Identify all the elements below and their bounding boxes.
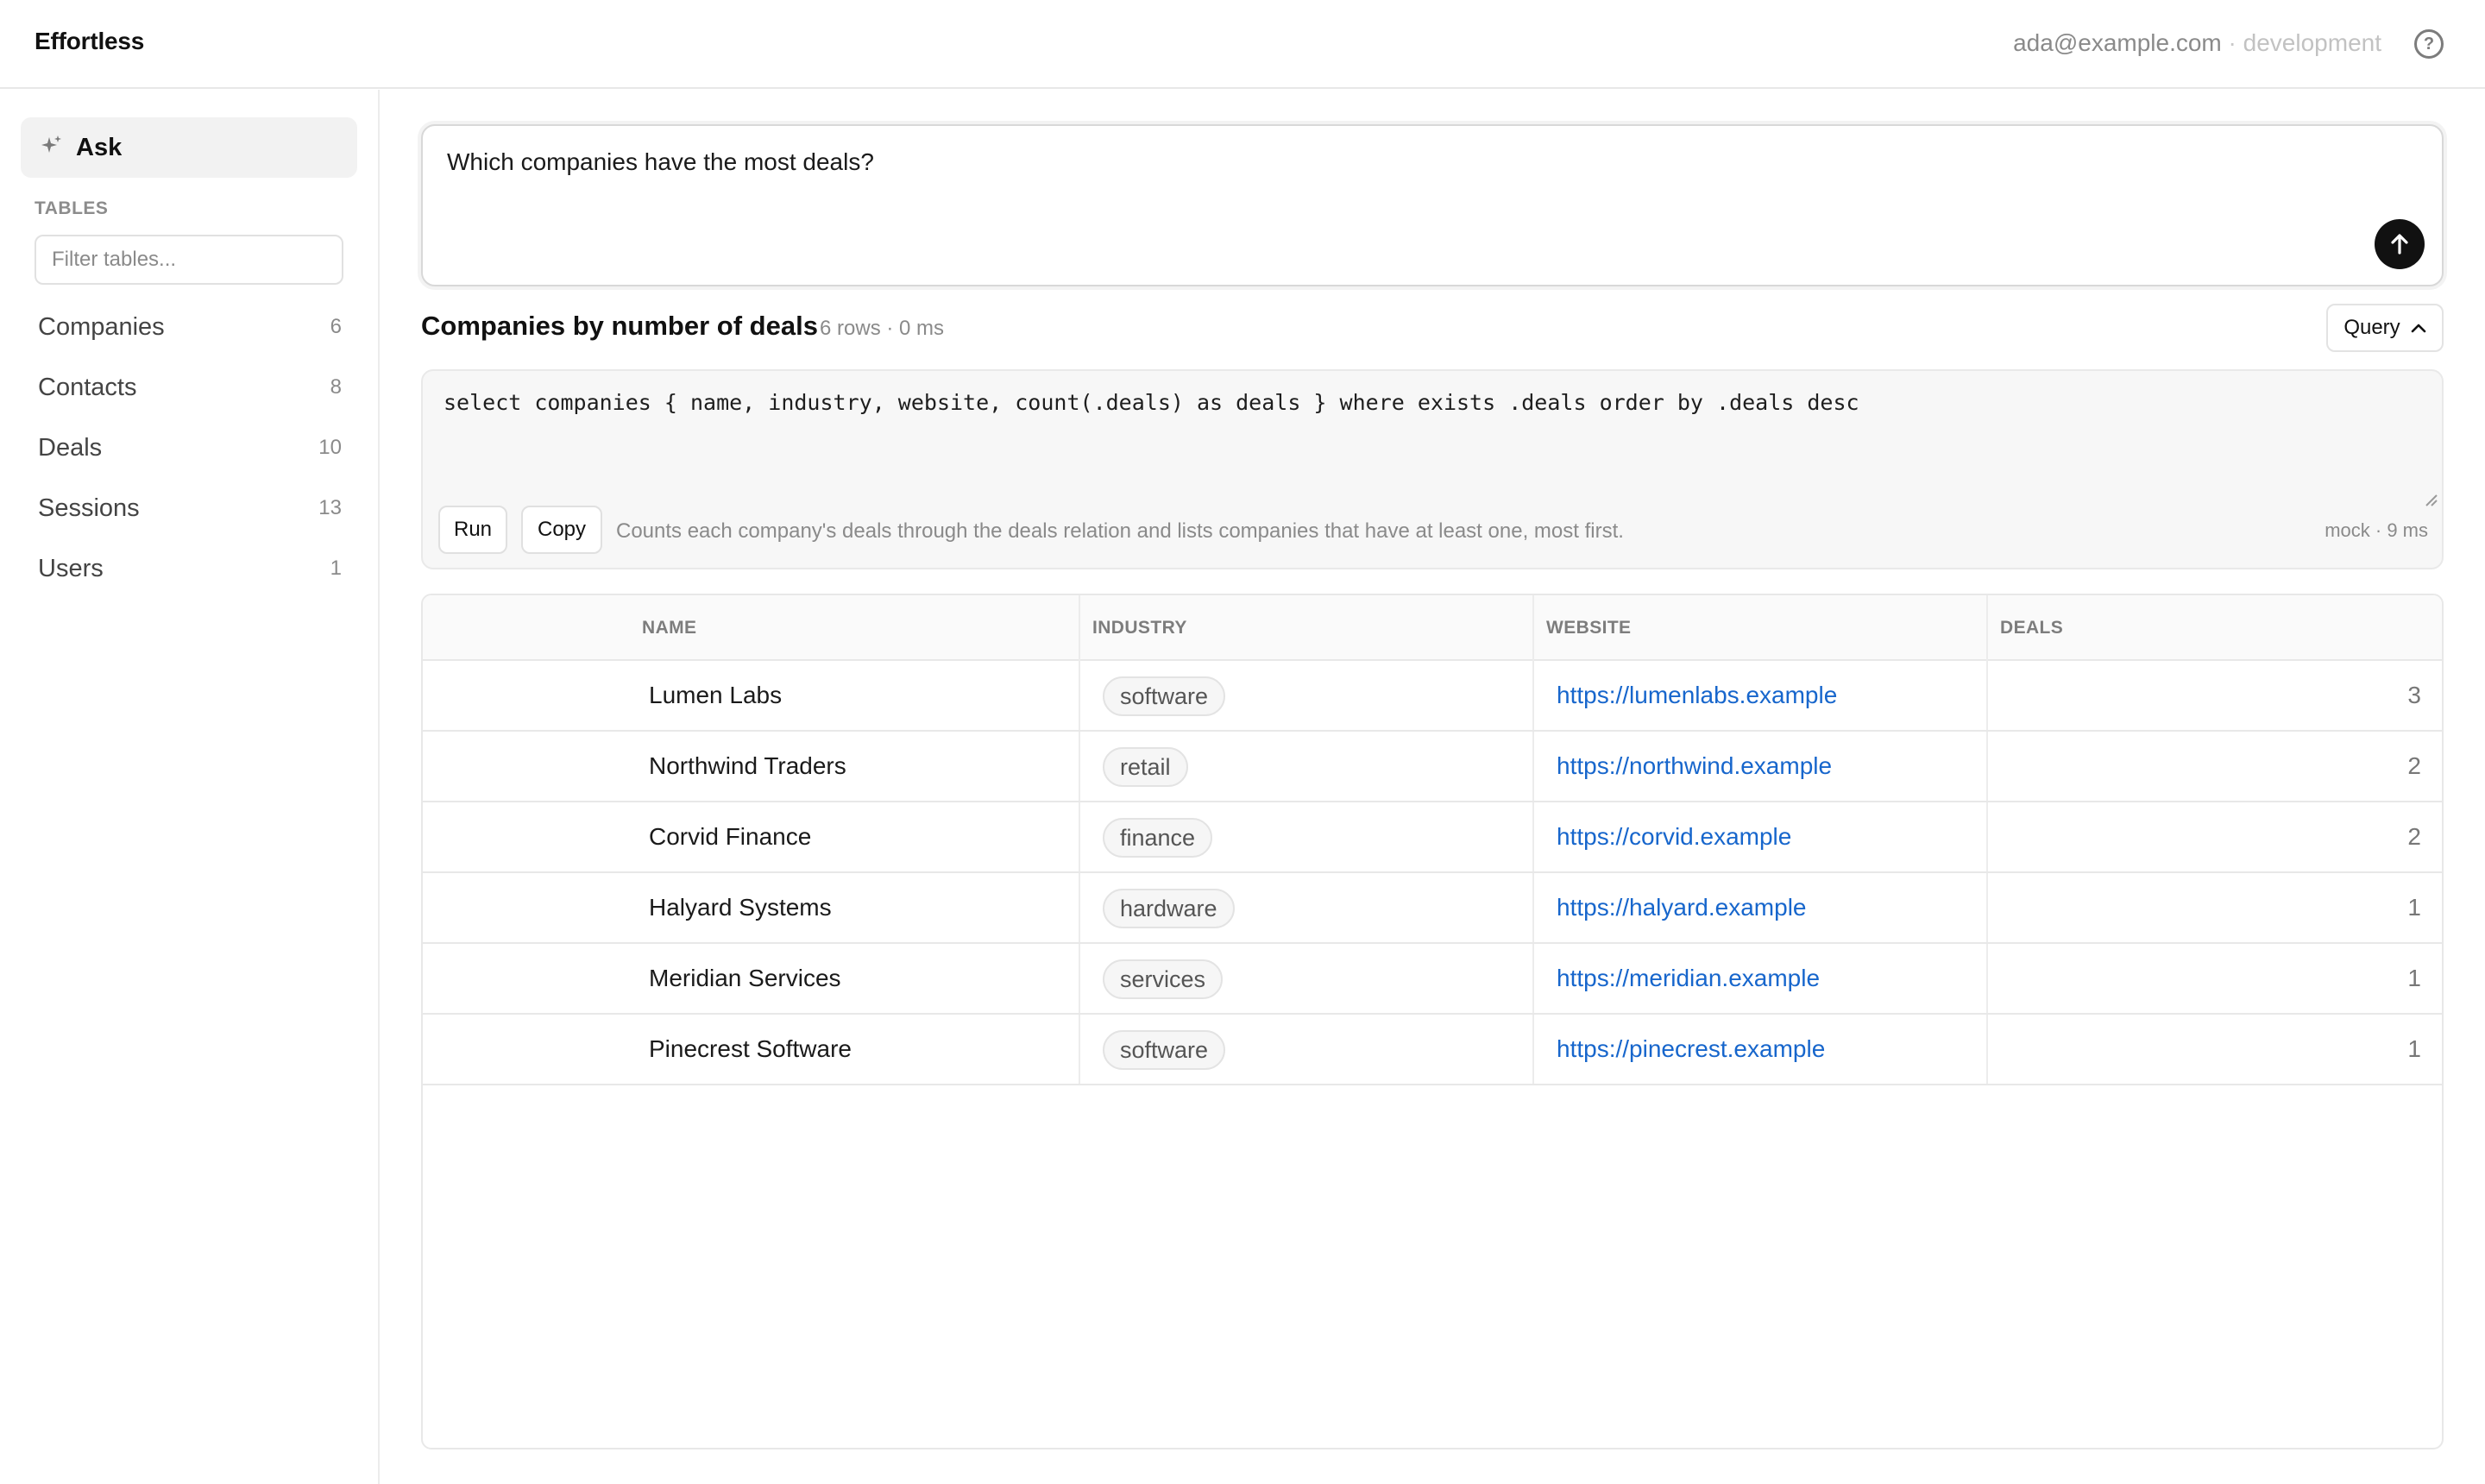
arrow-up-icon <box>2391 234 2408 255</box>
table-row[interactable]: Meridian Services services https://merid… <box>423 944 2442 1015</box>
table-row[interactable]: Halyard Systems hardware https://halyard… <box>423 873 2442 944</box>
tables-heading: TABLES <box>35 198 109 218</box>
industry-tag: retail <box>1103 747 1188 787</box>
industry-tag: services <box>1103 959 1224 999</box>
cell-deals: 1 <box>2407 894 2421 921</box>
cell-name: Meridian Services <box>649 965 841 991</box>
website-link[interactable]: https://pinecrest.example <box>1557 1035 1825 1063</box>
help-icon[interactable]: ? <box>2414 29 2444 59</box>
column-header-industry[interactable]: INDUSTRY <box>1092 618 1187 638</box>
website-link[interactable]: https://corvid.example <box>1557 823 1791 851</box>
cell-name: Corvid Finance <box>649 823 812 850</box>
sidebar-item-contacts[interactable]: Contacts 8 <box>21 357 359 418</box>
send-button[interactable] <box>2375 219 2425 269</box>
industry-tag: finance <box>1103 818 1213 858</box>
sidebar-item-label: Ask <box>76 133 123 161</box>
sidebar-item-sessions[interactable]: Sessions 13 <box>21 478 359 538</box>
sidebar-item-count: 8 <box>330 375 342 399</box>
run-button[interactable]: Run <box>438 506 507 554</box>
query-toggle-label: Query <box>2343 316 2400 339</box>
table-row[interactable]: Pinecrest Software software https://pine… <box>423 1015 2442 1085</box>
resize-handle-icon[interactable] <box>2421 490 2438 507</box>
sidebar-item-count: 1 <box>330 556 342 580</box>
environment-label: development <box>2243 29 2381 56</box>
sidebar-item-ask[interactable]: Ask <box>21 117 357 178</box>
cell-deals: 3 <box>2407 682 2421 708</box>
table-header: NAME INDUSTRY WEBSITE DEALS <box>423 595 2442 661</box>
chevron-up-icon <box>2411 324 2425 333</box>
question-text[interactable]: Which companies have the most deals? <box>447 148 874 176</box>
results-table: NAME INDUSTRY WEBSITE DEALS Lumen Labs s… <box>421 594 2444 1449</box>
cell-name: Halyard Systems <box>649 894 832 921</box>
sidebar-item-count: 13 <box>318 496 342 519</box>
query-editor[interactable]: select companies { name, industry, websi… <box>444 390 1859 415</box>
top-bar: Effortless ada@example.com · development… <box>0 0 2485 89</box>
sidebar-item-deals[interactable]: Deals 10 <box>21 418 359 478</box>
result-meta: 6 rows · 0 ms <box>820 317 945 340</box>
account-separator: · <box>2228 29 2236 56</box>
question-input[interactable]: Which companies have the most deals? <box>421 124 2444 286</box>
sidebar-item-companies[interactable]: Companies 6 <box>21 297 359 357</box>
sidebar-item-label: Companies <box>38 312 165 341</box>
column-header-deals[interactable]: DEALS <box>2000 618 2063 638</box>
website-link[interactable]: https://meridian.example <box>1557 965 1820 992</box>
website-link[interactable]: https://halyard.example <box>1557 894 1807 921</box>
cell-name: Northwind Traders <box>649 752 846 779</box>
sidebar-item-users[interactable]: Users 1 <box>21 538 359 599</box>
cell-deals: 2 <box>2407 752 2421 779</box>
sidebar-item-label: Users <box>38 554 104 582</box>
cell-deals: 1 <box>2407 1035 2421 1062</box>
sidebar-item-label: Contacts <box>38 373 137 401</box>
industry-tag: hardware <box>1103 889 1235 928</box>
industry-tag: software <box>1103 676 1226 716</box>
cell-deals: 2 <box>2407 823 2421 850</box>
account-info: ada@example.com · development <box>2013 29 2381 57</box>
table-row[interactable]: Northwind Traders retail https://northwi… <box>423 732 2442 802</box>
website-link[interactable]: https://lumenlabs.example <box>1557 682 1837 709</box>
result-title: Companies by number of deals <box>421 311 818 341</box>
table-list: Companies 6 Contacts 8 Deals 10 Sessions… <box>21 297 359 599</box>
website-link[interactable]: https://northwind.example <box>1557 752 1832 780</box>
sparkle-icon <box>40 134 66 162</box>
sidebar-item-label: Deals <box>38 433 103 462</box>
account-email: ada@example.com <box>2013 29 2222 56</box>
cell-deals: 1 <box>2407 965 2421 991</box>
filter-tables-input[interactable] <box>35 235 343 285</box>
query-timing: mock · 9 ms <box>2325 519 2428 541</box>
app-title: Effortless <box>35 28 145 54</box>
sidebar-item-count: 6 <box>330 315 342 338</box>
sidebar-item-label: Sessions <box>38 494 140 522</box>
copy-button[interactable]: Copy <box>521 506 602 554</box>
column-header-name[interactable]: NAME <box>642 618 696 638</box>
sidebar: Ask TABLES Companies 6 Contacts 8 Deals … <box>0 90 380 1484</box>
table-row[interactable]: Lumen Labs software https://lumenlabs.ex… <box>423 661 2442 732</box>
cell-name: Lumen Labs <box>649 682 783 708</box>
industry-tag: software <box>1103 1030 1226 1070</box>
column-header-website[interactable]: WEBSITE <box>1546 618 1631 638</box>
sidebar-item-count: 10 <box>318 436 342 459</box>
query-panel: select companies { name, industry, websi… <box>421 369 2444 569</box>
table-row[interactable]: Corvid Finance finance https://corvid.ex… <box>423 802 2442 873</box>
cell-name: Pinecrest Software <box>649 1035 852 1062</box>
query-explanation: Counts each company's deals through the … <box>616 519 1624 543</box>
query-toggle-button[interactable]: Query <box>2326 304 2444 352</box>
